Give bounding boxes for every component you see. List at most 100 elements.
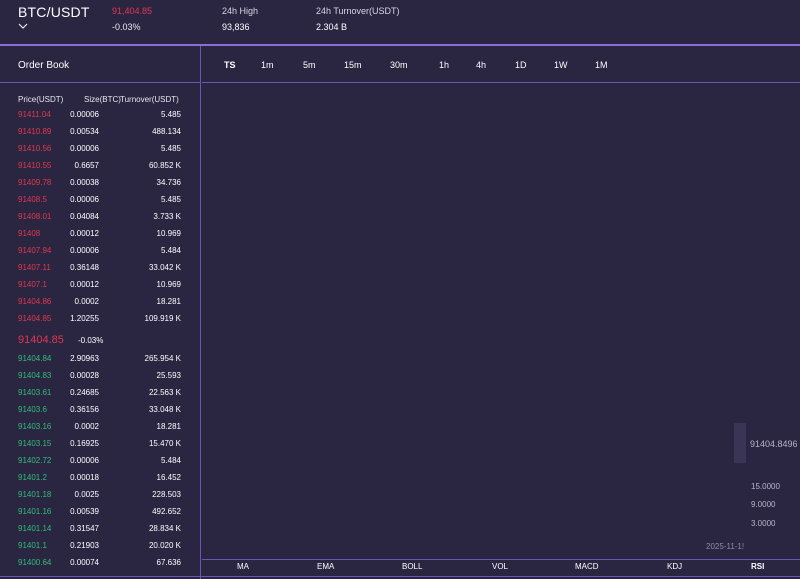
ask-row[interactable]: 91407.1 0.00012 10.969 [0,280,201,297]
ask-row[interactable]: 91407.94 0.00006 5.484 [0,246,201,263]
tab-indicator[interactable]: KDJ [667,562,682,571]
high-label: 24h High [222,6,259,16]
ask-turnover: 18.281 [156,297,181,306]
bid-turnover: 18.281 [156,422,181,431]
column-header-turnover: Turnover(USDT) [120,95,179,104]
ask-row[interactable]: 91408.01 0.04084 3.733 K [0,212,201,229]
tab-indicator[interactable]: EMA [317,562,334,571]
rsi-tick: 3.0000 [751,519,776,528]
bid-price: 91401.14 [18,524,52,533]
ask-row[interactable]: 91404.86 0.0002 18.281 [0,297,201,314]
bid-turnover: 33.048 K [148,405,181,414]
bid-size: 0.31547 [70,524,99,533]
ask-price: 91404.86 [18,297,52,306]
ask-size: 0.00006 [70,246,99,255]
bid-row[interactable]: 91403.61 0.24685 22.563 K [0,388,201,405]
tab-indicator[interactable]: BOLL [402,562,422,571]
bid-turnover: 265.954 K [144,354,181,363]
ask-row[interactable]: 91411.04 0.00006 5.485 [0,110,201,127]
ask-row[interactable]: 91408 0.00012 10.969 [0,229,201,246]
bid-price: 91402.72 [18,456,52,465]
bid-row[interactable]: 91401.2 0.00018 16.452 [0,473,201,490]
turnover-value: 2.304 B [316,22,348,32]
last-price: 91,404.85 [112,6,153,16]
ask-turnover: 488.134 [152,127,181,136]
bid-price: 91403.61 [18,388,52,397]
bid-turnover: 15.470 K [148,439,181,448]
tab-indicator[interactable]: RSI [751,562,764,571]
ask-row[interactable]: 91407.11 0.36148 33.042 K [0,263,201,280]
bid-size: 0.00006 [70,456,99,465]
ask-turnover: 60.852 K [148,161,181,170]
bid-row[interactable]: 91404.83 0.00028 25.593 [0,371,201,388]
ask-row[interactable]: 91410.56 0.00006 5.485 [0,144,201,161]
ask-row[interactable]: 91410.89 0.00534 488.134 [0,127,201,144]
bid-row[interactable]: 91401.1 0.21903 20.020 K [0,541,201,558]
rsi-tick: 9.0000 [751,500,776,509]
bid-row[interactable]: 91401.16 0.00539 492.652 [0,507,201,524]
bid-size: 0.21903 [70,541,99,550]
ask-row[interactable]: 91410.55 0.6657 60.852 K [0,161,201,178]
tab-interval[interactable]: TS [224,60,236,70]
bid-price: 91401.1 [18,541,47,550]
bid-turnover: 28.834 K [148,524,181,533]
bid-size: 0.36156 [70,405,99,414]
chart-panel: TS 1m 5m 15m 30m 1h 4h 1D 1W 1M 91404.8496 15.000… [202,46,800,579]
tab-indicator[interactable]: VOL [492,562,508,571]
ask-row[interactable]: 91409.78 0.00038 34.736 [0,178,201,195]
ask-price: 91407.11 [18,263,51,272]
bid-size: 0.00018 [70,473,99,482]
ask-turnover: 5.485 [160,110,181,119]
tab-interval[interactable]: 1W [554,60,568,70]
chart-canvas[interactable] [202,83,800,558]
indicators-divider [202,559,800,560]
bid-row[interactable]: 91403.15 0.16925 15.470 K [0,439,201,456]
tab-indicator[interactable]: MA [237,562,249,571]
bid-row[interactable]: 91404.84 2.90963 265.954 K [0,354,201,371]
bid-price: 91403.16 [18,422,52,431]
ask-price: 91410.55 [18,161,52,170]
bid-size: 0.0025 [74,490,99,499]
bid-size: 0.00539 [70,507,99,516]
tab-interval[interactable]: 4h [476,60,486,70]
ask-row[interactable]: 91408.5 0.00006 5.485 [0,195,201,212]
ask-price: 91410.56 [18,144,52,153]
bottom-divider [0,576,800,577]
bid-turnover: 492.652 [152,507,181,516]
trading-pair-title[interactable]: BTC/USDT [18,4,90,20]
bid-row[interactable]: 91402.72 0.00006 5.484 [0,456,201,473]
ask-size: 0.36148 [70,263,99,272]
bid-row[interactable]: 91401.14 0.31547 28.834 K [0,524,201,541]
ask-turnover: 3.733 K [153,212,181,221]
bid-row[interactable]: 91401.18 0.0025 228.503 [0,490,201,507]
ask-turnover: 5.485 [160,144,181,153]
chevron-down-icon[interactable] [18,22,28,30]
bid-size: 0.00074 [70,558,99,567]
ask-price: 91410.89 [18,127,52,136]
tab-interval[interactable]: 15m [344,60,362,70]
tab-indicator[interactable]: MACD [575,562,599,571]
ask-row[interactable]: 91404.85 1.20255 109.919 K [0,314,201,331]
ask-turnover: 10.969 [156,229,181,238]
bid-row[interactable]: 91403.16 0.0002 18.281 [0,422,201,439]
tab-interval[interactable]: 1M [595,60,608,70]
ask-price: 91408 [18,229,41,238]
bid-price: 91404.84 [18,354,52,363]
bid-size: 0.00028 [70,371,99,380]
bid-turnover: 25.593 [156,371,181,380]
interval-tabs: TS 1m 5m 15m 30m 1h 4h 1D 1W 1M [202,46,800,83]
price-axis-label: 91404.8496 [750,439,798,449]
ask-size: 0.0002 [74,297,99,306]
tab-interval[interactable]: 1D [515,60,527,70]
ask-size: 0.04084 [70,212,99,221]
tab-interval[interactable]: 1h [439,60,449,70]
ask-size: 1.20255 [70,314,99,323]
bid-price: 91404.83 [18,371,52,380]
order-book-title: Order Book [18,60,70,71]
tab-interval[interactable]: 30m [390,60,408,70]
bid-row[interactable]: 91400.64 0.00074 67.636 [0,558,201,575]
bid-row[interactable]: 91403.6 0.36156 33.048 K [0,405,201,422]
order-book-panel: Order Book Price(USDT) Size(BTC) Turnove… [0,46,201,579]
tab-interval[interactable]: 5m [303,60,316,70]
tab-interval[interactable]: 1m [261,60,274,70]
